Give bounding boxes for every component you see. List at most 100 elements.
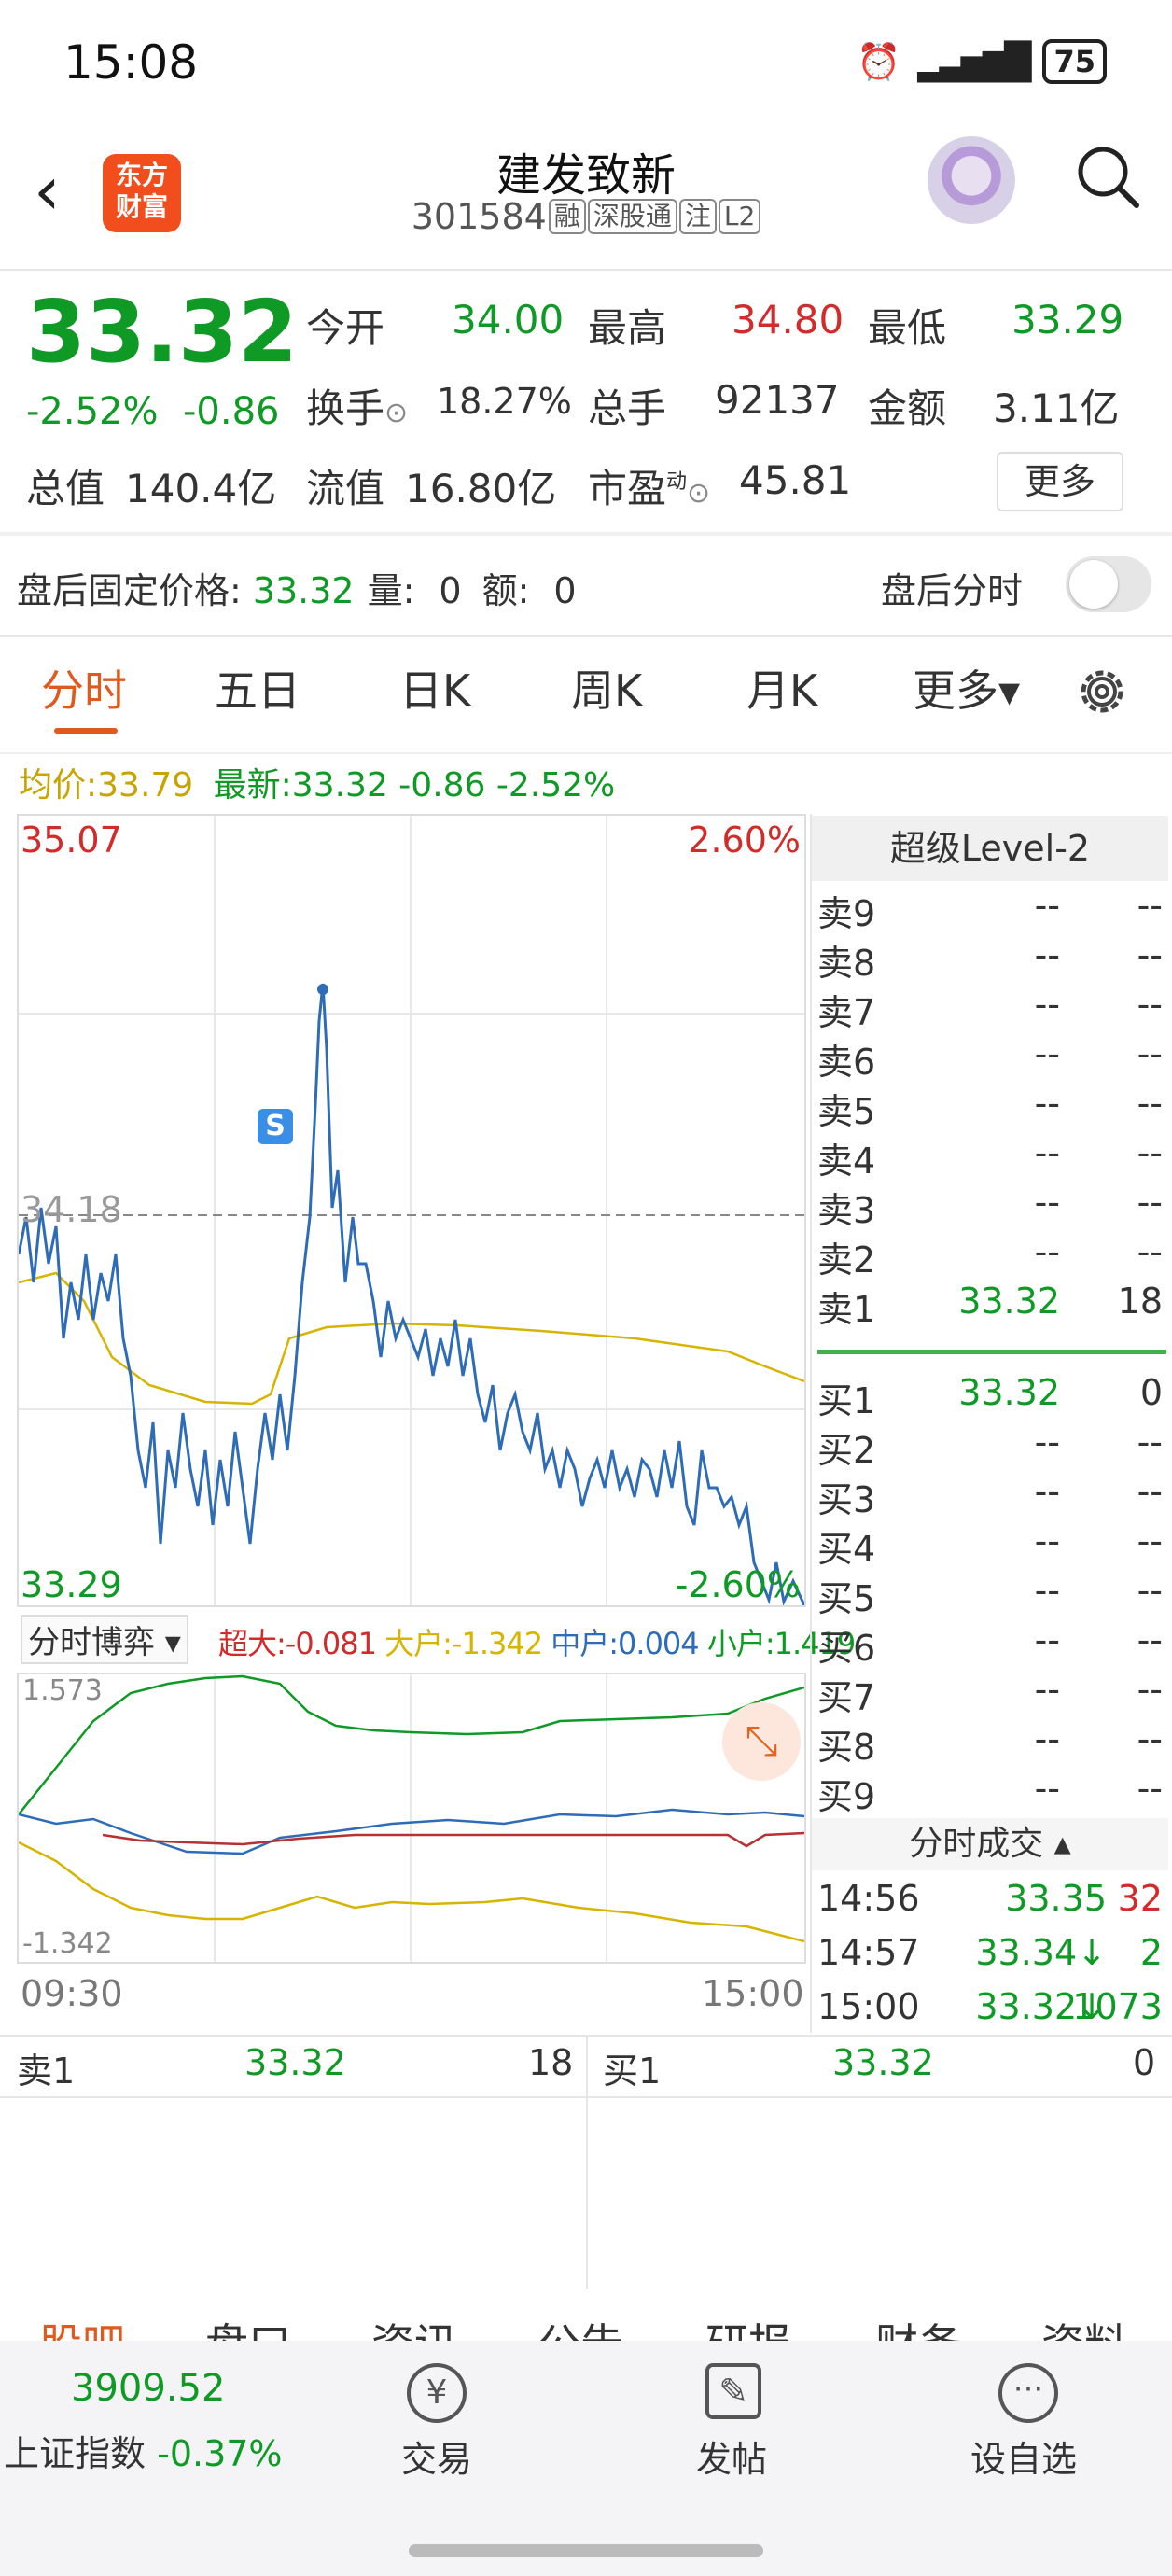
sub-y-max: 1.573 bbox=[22, 1674, 103, 1707]
robot-avatar-icon[interactable] bbox=[928, 136, 1015, 224]
tick-volume: 2 bbox=[1139, 1932, 1163, 1973]
open-value: 34.00 bbox=[452, 297, 565, 343]
pct-max-label: 2.60% bbox=[688, 819, 801, 861]
bid-row[interactable]: 买5 -- -- bbox=[817, 1570, 1163, 1619]
bid-row[interactable]: 买1 33.32 0 bbox=[817, 1372, 1163, 1421]
ask-label: 卖7 bbox=[817, 992, 876, 1033]
ask-price: -- bbox=[1034, 934, 1060, 975]
indicator-selector[interactable]: 分时博弈 ▾ bbox=[21, 1615, 188, 1664]
bid-price: 33.32 bbox=[958, 1372, 1060, 1413]
ask-label: 卖5 bbox=[817, 1091, 876, 1132]
bid-row[interactable]: 买2 -- -- bbox=[817, 1421, 1163, 1471]
bid-row[interactable]: 买3 -- -- bbox=[817, 1471, 1163, 1520]
home-indicator bbox=[409, 2544, 763, 2557]
bid-label: 买8 bbox=[817, 1727, 876, 1768]
float-label: 流值 bbox=[306, 466, 385, 511]
ask-row[interactable]: 卖9 -- -- bbox=[817, 885, 1163, 934]
tick-volume: 32 bbox=[1117, 1878, 1163, 1919]
s-marker-icon[interactable]: S bbox=[258, 1109, 293, 1144]
bid-price: -- bbox=[1034, 1471, 1060, 1512]
ask-volume: -- bbox=[1137, 1182, 1163, 1223]
ask-row[interactable]: 卖8 -- -- bbox=[817, 934, 1163, 984]
signal-icon: ▂▃▅▆█ bbox=[917, 41, 1031, 82]
ask-row[interactable]: 卖7 -- -- bbox=[817, 984, 1163, 1033]
more-button[interactable]: 更多 bbox=[997, 452, 1123, 511]
tag-l2: L2 bbox=[718, 199, 761, 234]
expand-icon[interactable]: ⤡ bbox=[722, 1702, 801, 1781]
ask-row[interactable]: 卖5 -- -- bbox=[817, 1083, 1163, 1132]
bid-price: -- bbox=[1034, 1619, 1060, 1660]
bid-row[interactable]: 买6 -- -- bbox=[817, 1619, 1163, 1669]
bid-label: 买7 bbox=[817, 1677, 876, 1718]
turnover-value: 18.27% bbox=[437, 381, 572, 422]
bid-row[interactable]: 买9 -- -- bbox=[817, 1768, 1163, 1817]
ask-volume: -- bbox=[1137, 984, 1163, 1025]
bid-list: 买1 33.32 0 买2 -- -- 买3 -- -- 买4 -- -- 买5 -- -- 买6 -- -- 买7… bbox=[817, 1372, 1163, 1820]
gear-icon[interactable] bbox=[1073, 663, 1131, 724]
pct-min-label: -2.60% bbox=[675, 1564, 801, 1605]
after-hours-toggle[interactable] bbox=[1066, 556, 1151, 612]
info-icon[interactable]: ⊙ bbox=[687, 477, 710, 510]
level2-title[interactable]: 超级Level-2 bbox=[812, 816, 1168, 881]
index-value[interactable]: 3909.52 bbox=[71, 2367, 225, 2410]
tick-row[interactable]: 14:56 33.35 32 bbox=[817, 1878, 1163, 1925]
tick-price: 33.34↓ bbox=[975, 1932, 1107, 1973]
ask-price: -- bbox=[1034, 1182, 1060, 1223]
ask-row[interactable]: 卖2 -- -- bbox=[817, 1231, 1163, 1281]
period-tabs: 分时 五日 日K 周K 月K 更多▾ bbox=[0, 653, 1172, 756]
bid-price: -- bbox=[1034, 1669, 1060, 1710]
ask-row[interactable]: 卖6 -- -- bbox=[817, 1033, 1163, 1083]
status-icons: ⏰ ▂▃▅▆█ 75 bbox=[857, 39, 1107, 84]
bid-row[interactable]: 买7 -- -- bbox=[817, 1669, 1163, 1718]
tick-row[interactable]: 15:00 33.32↓ 1073 bbox=[817, 1986, 1163, 2033]
index-name[interactable]: 上证指数 -0.37% bbox=[4, 2425, 283, 2476]
bid-row[interactable]: 买4 -- -- bbox=[817, 1520, 1163, 1570]
bid-label: 买9 bbox=[817, 1776, 876, 1817]
trade-icon[interactable]: ¥ bbox=[407, 2363, 467, 2423]
watchlist-label[interactable]: 设自选 bbox=[970, 2430, 1077, 2482]
y-max-label: 35.07 bbox=[21, 819, 122, 861]
info-icon[interactable]: ⊙ bbox=[384, 397, 408, 429]
tick-price: 33.35 bbox=[1005, 1878, 1107, 1919]
ask-row[interactable]: 卖1 33.32 18 bbox=[817, 1281, 1163, 1330]
price-change: -0.86 bbox=[183, 390, 280, 433]
bid-label: 买5 bbox=[817, 1578, 876, 1619]
super-trader-line bbox=[102, 1831, 804, 1848]
mcap-label: 总值 bbox=[26, 466, 105, 511]
bottom-sell-label: 卖1 bbox=[17, 2051, 76, 2092]
tick-label: 14:57 bbox=[817, 1932, 920, 1973]
intraday-chart[interactable]: S 35.07 2.60% 34.18 33.29 -2.60% bbox=[17, 814, 806, 1607]
ask-volume: -- bbox=[1137, 1083, 1163, 1124]
ask-price: -- bbox=[1034, 1132, 1060, 1173]
bid-label: 买2 bbox=[817, 1430, 876, 1471]
tab-intraday[interactable]: 分时 bbox=[41, 653, 127, 728]
tab-weekly-k[interactable]: 周K bbox=[571, 653, 642, 728]
bid-volume: -- bbox=[1137, 1570, 1163, 1611]
bottom-sell-price: 33.32 bbox=[244, 2042, 346, 2083]
ask-volume: -- bbox=[1137, 885, 1163, 926]
bottom-buy-price: 33.32 bbox=[832, 2042, 934, 2083]
search-icon[interactable] bbox=[1073, 142, 1144, 213]
ask-label: 卖2 bbox=[817, 1239, 876, 1281]
bid-price: -- bbox=[1034, 1768, 1060, 1809]
bid-price: -- bbox=[1034, 1520, 1060, 1561]
more-dots-icon[interactable]: ··· bbox=[998, 2363, 1058, 2423]
post-icon[interactable]: ✎ bbox=[705, 2363, 761, 2419]
trade-label[interactable]: 交易 bbox=[401, 2430, 472, 2482]
bid-label: 买6 bbox=[817, 1628, 876, 1669]
tick-row[interactable]: 14:57 33.34↓ 2 bbox=[817, 1932, 1163, 1979]
tab-daily-k[interactable]: 日K bbox=[399, 653, 470, 728]
bid-price: -- bbox=[1034, 1421, 1060, 1463]
ask-row[interactable]: 卖4 -- -- bbox=[817, 1132, 1163, 1182]
tab-five-day[interactable]: 五日 bbox=[215, 653, 300, 728]
indicator-chart[interactable]: 1.573 -1.342 ⤡ bbox=[17, 1673, 806, 1964]
bid-row[interactable]: 买8 -- -- bbox=[817, 1718, 1163, 1768]
tab-monthly-k[interactable]: 月K bbox=[746, 653, 817, 728]
tab-more[interactable]: 更多▾ bbox=[913, 653, 1020, 728]
ask-list: 卖9 -- -- 卖8 -- -- 卖7 -- -- 卖6 -- -- 卖5 -- -- 卖4 -- -- 卖3 --… bbox=[817, 885, 1163, 1330]
post-label[interactable]: 发帖 bbox=[696, 2430, 767, 2482]
bid-volume: -- bbox=[1137, 1669, 1163, 1710]
ticks-title[interactable]: 分时成交 ▴ bbox=[812, 1818, 1168, 1870]
ask-row[interactable]: 卖3 -- -- bbox=[817, 1182, 1163, 1231]
bid-price: -- bbox=[1034, 1718, 1060, 1759]
